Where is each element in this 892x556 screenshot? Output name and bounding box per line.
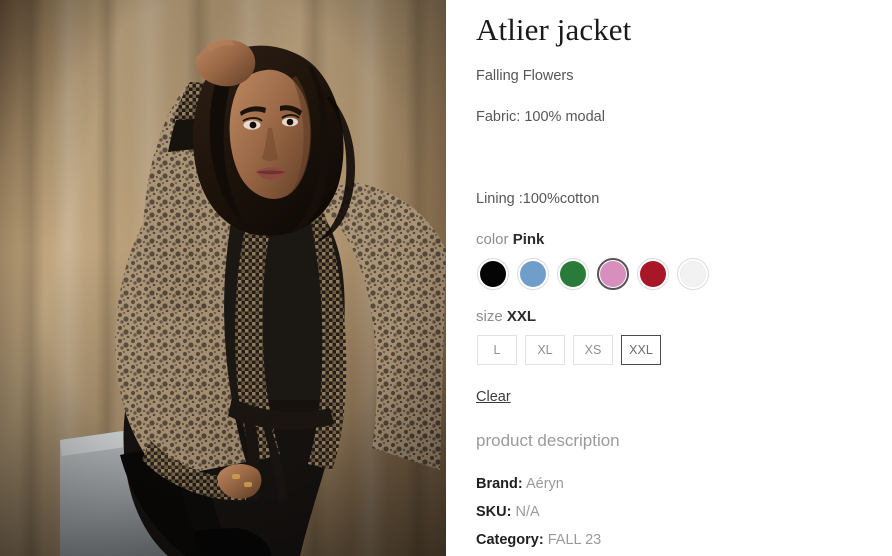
size-option-xxl[interactable]: XXL — [621, 335, 661, 365]
color-swatch-green-fill — [560, 261, 586, 287]
color-label: color Pink — [476, 230, 868, 250]
size-option-xs[interactable]: XS — [573, 335, 613, 365]
color-selected-value: Pink — [512, 231, 545, 248]
meta-brand-key: Brand: — [476, 476, 523, 492]
meta-sku-key: SKU: — [476, 504, 512, 520]
color-swatch-black[interactable] — [477, 258, 509, 290]
color-swatch-white-fill — [680, 261, 706, 287]
meta-brand: Brand: Aéryn — [476, 474, 868, 494]
size-option-xl[interactable]: XL — [525, 335, 565, 365]
meta-category-key: Category: — [476, 532, 544, 548]
color-swatch-pink-fill — [600, 261, 626, 287]
color-swatch-list — [476, 258, 868, 290]
product-summary: Atlier jacket Falling Flowers Fabric: 10… — [446, 0, 892, 556]
product-page: Atlier jacket Falling Flowers Fabric: 10… — [0, 0, 892, 556]
meta-category-value: FALL 23 — [547, 532, 602, 548]
size-option-list: L XL XS XXL — [476, 335, 868, 365]
product-photo[interactable] — [0, 0, 446, 556]
meta-sku-value: N/A — [515, 504, 540, 520]
color-swatch-pink[interactable] — [597, 258, 629, 290]
size-label-text: size — [476, 308, 503, 325]
color-label-text: color — [476, 231, 509, 248]
meta-sku: SKU: N/A — [476, 502, 868, 522]
color-swatch-white[interactable] — [677, 258, 709, 290]
meta-brand-value: Aéryn — [525, 476, 564, 492]
color-swatch-green[interactable] — [557, 258, 589, 290]
product-subtitle: Falling Flowers — [476, 68, 574, 84]
product-fabric: Fabric: 100% modal — [476, 109, 605, 125]
product-description-heading: product description — [476, 431, 620, 450]
color-swatch-blue-fill — [520, 261, 546, 287]
page-title: Atlier jacket — [476, 12, 632, 47]
product-spacer — [476, 148, 868, 168]
size-option-l[interactable]: L — [477, 335, 517, 365]
size-label: size XXL — [476, 307, 868, 327]
color-swatch-red[interactable] — [637, 258, 669, 290]
size-selected-value: XXL — [506, 308, 537, 325]
color-swatch-red-fill — [640, 261, 666, 287]
color-swatch-black-fill — [480, 261, 506, 287]
meta-category: Category: FALL 23 — [476, 530, 868, 550]
clear-selection-link[interactable]: Clear — [476, 387, 511, 407]
color-swatch-blue[interactable] — [517, 258, 549, 290]
product-lining: Lining :100%cotton — [476, 191, 600, 207]
product-gallery[interactable] — [0, 0, 446, 556]
